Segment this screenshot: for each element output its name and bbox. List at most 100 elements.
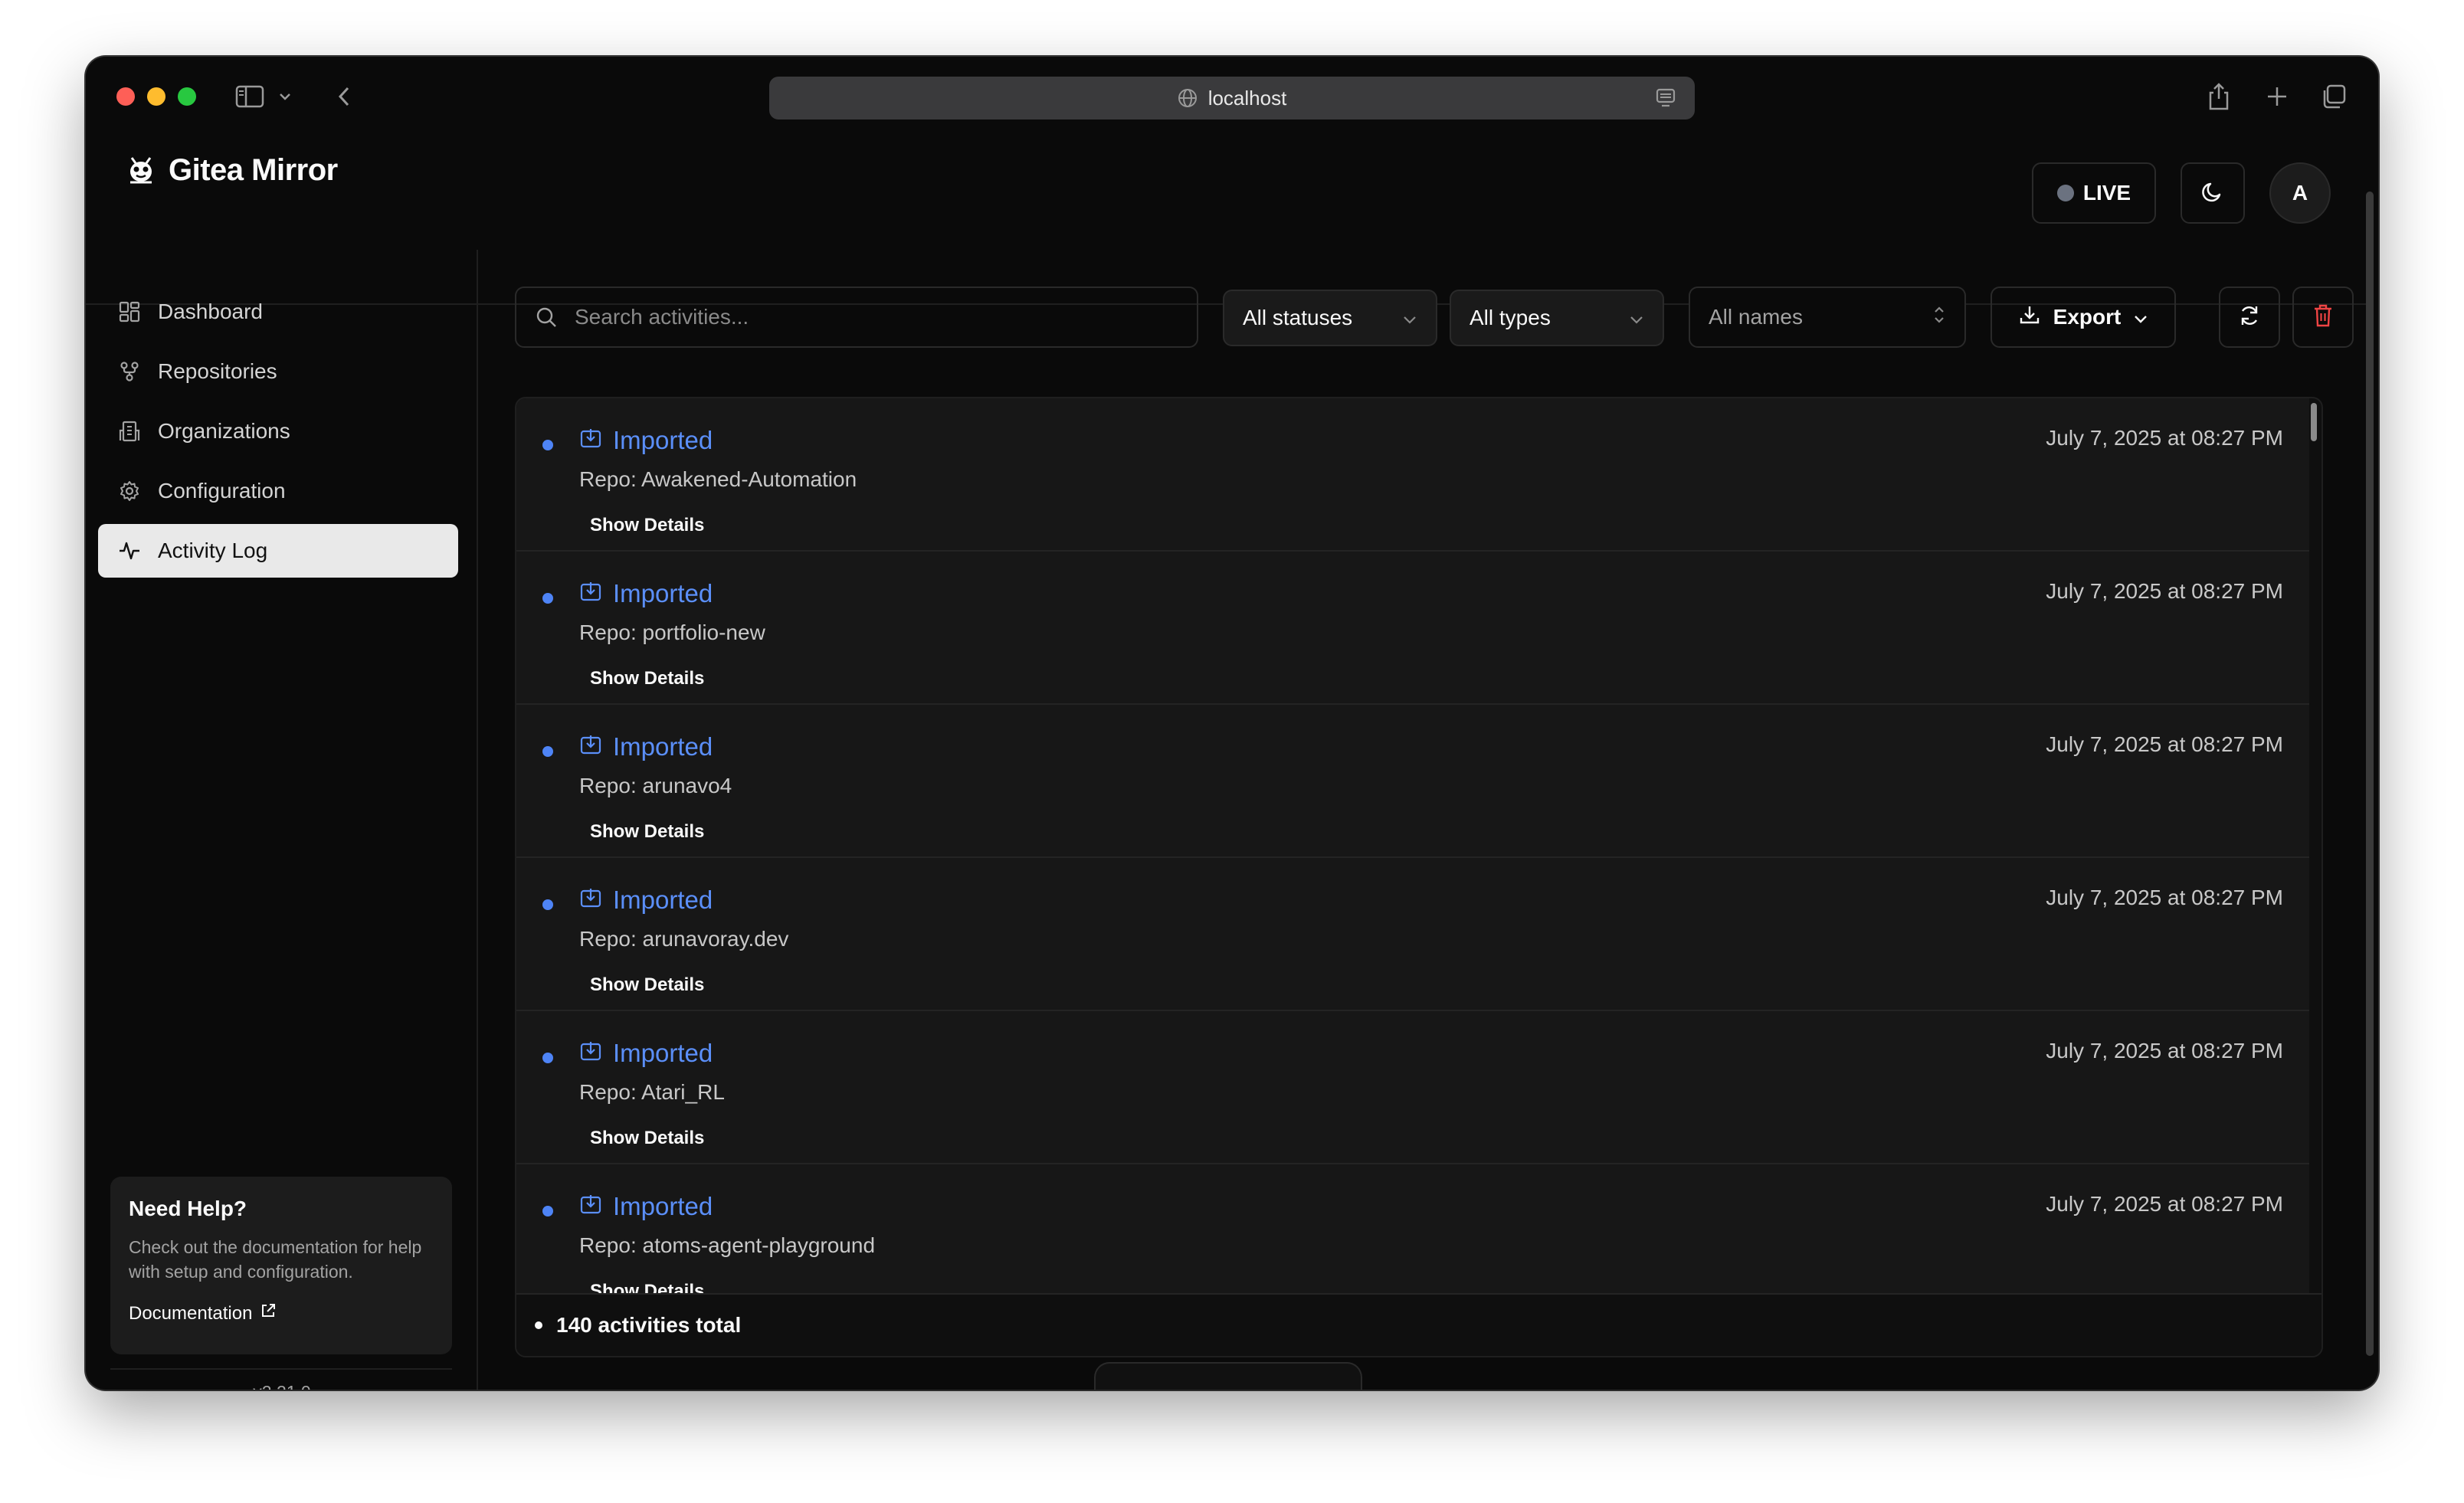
import-icon [579,887,602,914]
back-icon[interactable] [333,80,356,113]
url-text: localhost [1207,86,1287,110]
live-status-dot [2056,185,2074,201]
activity-list-footer: 140 activities total [516,1293,2321,1356]
sidebar-item-label: Configuration [158,479,286,503]
sidebar-toggle-icon[interactable] [231,80,268,113]
activity-type: Imported [613,732,713,761]
status-dot [542,593,553,604]
activity-timestamp: July 7, 2025 at 08:27 PM [2046,426,2283,450]
refresh-icon [2237,303,2262,332]
status-dot [542,1053,553,1063]
external-link-icon [260,1302,277,1325]
page-scrollbar[interactable] [2366,192,2374,1356]
tabs-icon[interactable] [2318,80,2349,113]
sidebar-item-label: Activity Log [158,539,268,562]
activity-item: Imported Repo: arunavo4 Show Details Jul… [516,705,2309,858]
status-dot [542,746,553,757]
live-label: LIVE [2082,181,2131,205]
help-title: Need Help? [129,1197,247,1220]
sidebar-item-configuration[interactable]: Configuration [98,464,458,518]
close-window-button[interactable] [116,87,135,106]
status-filter-value: All statuses [1243,306,1353,329]
app-version: v2.21.0 [86,1382,478,1390]
activity-repo: Repo: arunavoray.dev [579,927,789,951]
download-icon [2018,303,2041,332]
browser-toolbar: localhost [86,57,2378,136]
documentation-link-label: Documentation [129,1302,253,1324]
activity-timestamp: July 7, 2025 at 08:27 PM [2046,1192,2283,1216]
window-controls [116,87,196,106]
chevron-down-icon [1629,306,1644,330]
activity-list: Imported Repo: Awakened-Automation Show … [515,397,2323,1357]
theme-toggle-button[interactable] [2181,162,2245,224]
name-filter-select[interactable]: All names [1689,287,1966,348]
activity-repo: Repo: portfolio-new [579,621,765,644]
activity-type: Imported [613,1039,713,1067]
user-avatar[interactable]: A [2269,162,2331,224]
dev-toolbar[interactable] [1094,1362,1362,1390]
sidebar-item-label: Dashboard [158,300,263,323]
import-icon [579,1040,602,1067]
repositories-icon [116,359,143,385]
live-button[interactable]: LIVE [2032,162,2156,224]
refresh-button[interactable] [2219,287,2280,348]
sidebar: Dashboard Repositories Organizations Con… [86,250,478,1390]
chevron-down-icon[interactable] [276,80,294,113]
help-text: Check out the documentation for help wit… [129,1237,422,1282]
browser-window: localhost Gitea Mirror LIVE A Dashboard … [86,57,2378,1390]
status-filter-select[interactable]: All statuses [1223,290,1437,346]
activity-item: Imported Repo: arunavoray.dev Show Detai… [516,858,2309,1011]
activity-type: Imported [613,579,713,607]
list-scrollbar[interactable] [2311,403,2317,441]
share-icon[interactable] [2204,80,2234,113]
activity-type: Imported [613,426,713,454]
globe-icon [1178,88,1198,108]
status-dot [542,899,553,910]
chevrons-up-down-icon [1932,304,1946,331]
name-filter-value: All names [1709,305,1803,329]
search-input[interactable]: Search activities... [515,287,1198,348]
moon-icon [2201,180,2224,207]
activity-timestamp: July 7, 2025 at 08:27 PM [2046,579,2283,603]
type-filter-select[interactable]: All types [1450,290,1664,346]
export-label: Export [2053,305,2122,329]
export-button[interactable]: Export [1991,287,2176,348]
show-details-button[interactable]: Show Details [590,821,704,843]
import-icon [579,581,602,607]
address-bar[interactable]: localhost [769,77,1695,120]
activity-item: Imported Repo: Awakened-Automation Show … [516,398,2309,552]
activity-timestamp: July 7, 2025 at 08:27 PM [2046,1039,2283,1063]
chevron-down-icon [2133,305,2148,329]
show-details-button[interactable]: Show Details [590,1128,704,1149]
show-details-button[interactable]: Show Details [590,515,704,536]
activity-repo: Repo: atoms-agent-playground [579,1233,876,1257]
import-icon [579,734,602,761]
activity-icon [116,538,143,564]
status-dot [542,1206,553,1216]
app-logo[interactable]: Gitea Mirror [124,152,338,189]
activity-timestamp: July 7, 2025 at 08:27 PM [2046,886,2283,909]
sidebar-item-label: Repositories [158,359,277,383]
delete-button[interactable] [2292,287,2354,348]
reader-icon[interactable] [1655,87,1676,109]
maximize-window-button[interactable] [178,87,196,106]
show-details-button[interactable]: Show Details [590,668,704,689]
footer-bullet [535,1321,542,1329]
sidebar-item-organizations[interactable]: Organizations [98,404,458,458]
app-title: Gitea Mirror [169,153,338,187]
gear-icon [116,478,143,504]
chevron-down-icon [1402,306,1417,330]
minimize-window-button[interactable] [147,87,165,106]
activity-item: Imported Repo: Atari_RL Show Details Jul… [516,1011,2309,1164]
organizations-icon [116,418,143,444]
sidebar-item-repositories[interactable]: Repositories [98,345,458,398]
show-details-button[interactable]: Show Details [590,974,704,996]
type-filter-value: All types [1470,306,1551,329]
search-placeholder: Search activities... [575,305,749,329]
activity-item: Imported Repo: atoms-agent-playground Sh… [516,1164,2309,1295]
documentation-link[interactable]: Documentation [129,1302,434,1325]
activity-list-scroll[interactable]: Imported Repo: Awakened-Automation Show … [516,398,2309,1295]
new-tab-icon[interactable] [2262,80,2292,113]
sidebar-item-dashboard[interactable]: Dashboard [98,285,458,339]
sidebar-item-activity-log[interactable]: Activity Log [98,524,458,578]
